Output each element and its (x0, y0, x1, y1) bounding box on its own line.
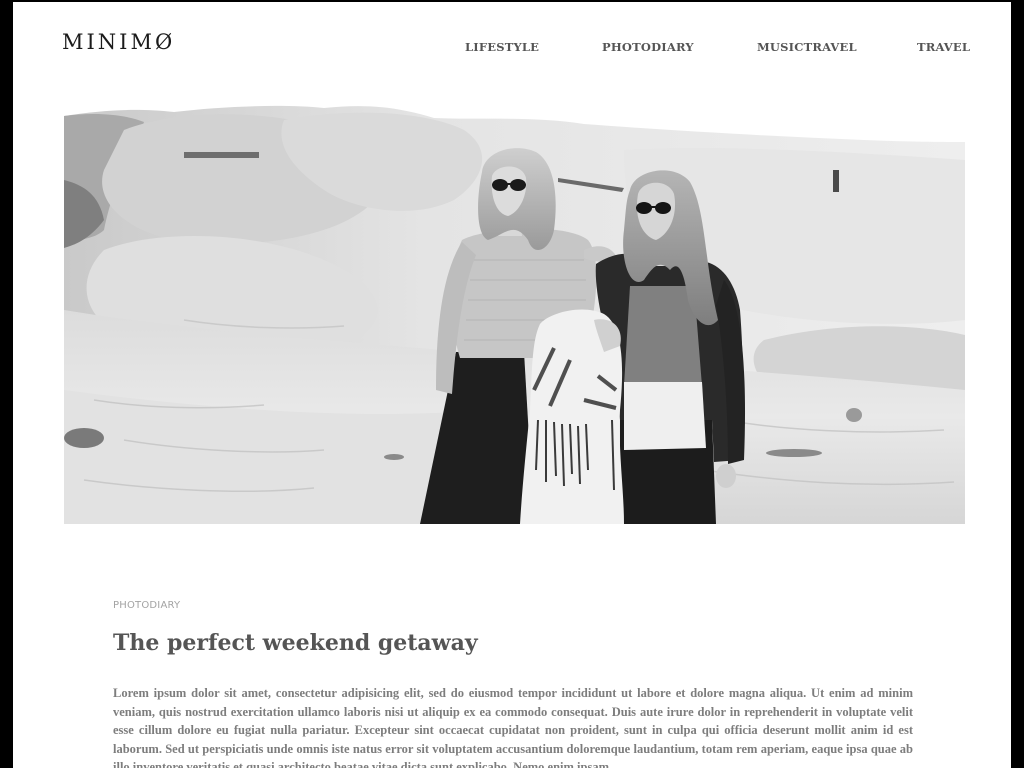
article-body: Lorem ipsum dolor sit amet, consectetur … (113, 686, 913, 768)
blanket (520, 309, 624, 524)
article-title[interactable]: The perfect weekend getaway (113, 628, 478, 658)
hero-photo-illustration (64, 90, 965, 524)
hero-photo[interactable] (64, 90, 965, 524)
article-category[interactable]: PHOTODIARY (113, 600, 180, 611)
site-logo[interactable]: MINIMØ (62, 30, 175, 54)
nav-link-travel[interactable]: TRAVEL (917, 40, 970, 54)
nav-link-photodiary[interactable]: PHOTODIARY (602, 40, 694, 54)
nav-link-musictravel[interactable]: MUSICTRAVEL (757, 40, 857, 54)
nav-link-lifestyle[interactable]: LIFESTYLE (465, 40, 539, 54)
page: MINIMØ LIFESTYLE PHOTODIARY MUSICTRAVEL … (13, 2, 1011, 768)
